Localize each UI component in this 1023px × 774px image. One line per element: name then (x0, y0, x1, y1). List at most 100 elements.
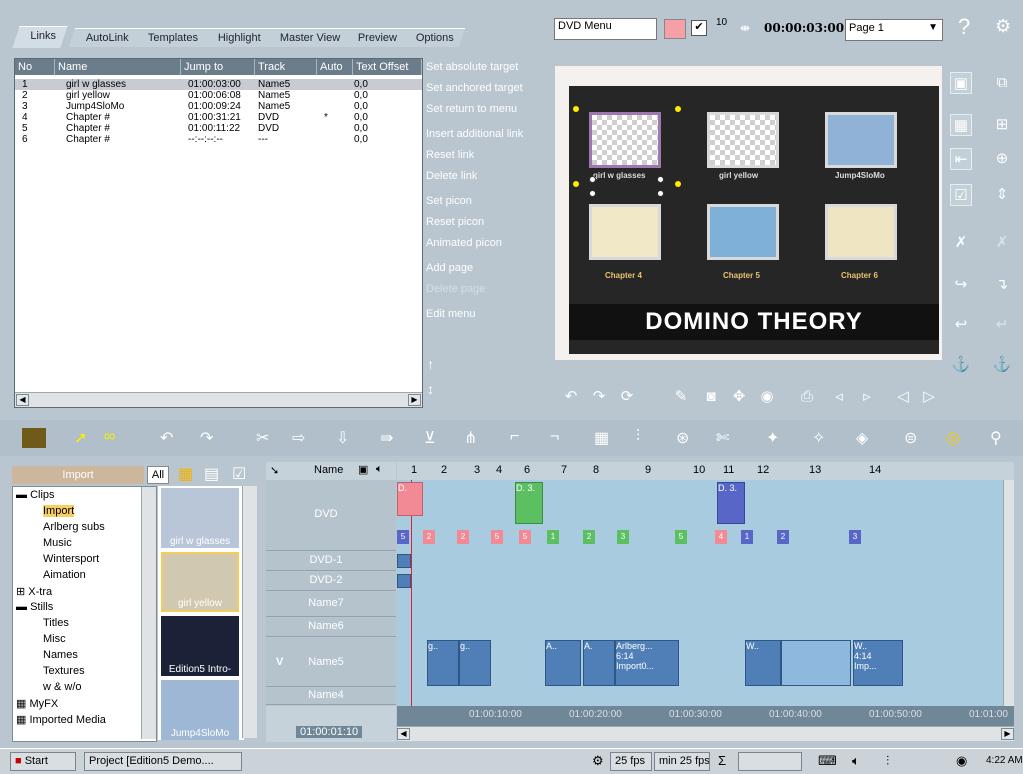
group-icon[interactable]: ⊛ (676, 428, 689, 450)
cut-icon[interactable]: ✄ (716, 428, 729, 450)
list-view-icon[interactable]: ▤ (204, 464, 219, 484)
col-text-offset[interactable]: Text Offset (353, 59, 422, 75)
trim-icon[interactable]: ⊻ (424, 428, 436, 450)
add-page-button[interactable]: Add page (426, 262, 473, 274)
selection-handle[interactable] (675, 106, 681, 112)
pencil-icon[interactable]: ✎ (670, 386, 692, 408)
effect-icon[interactable]: ✦ (766, 428, 779, 450)
clip-thumb[interactable]: girl w glasses (161, 488, 239, 548)
link-flag[interactable]: 1 (547, 530, 559, 544)
redo-main-icon[interactable]: ↷ (200, 428, 213, 450)
table-row[interactable]: 5 Chapter # 01:00:11:22 DVD 0,0 (15, 123, 422, 134)
tree-item-imported-media[interactable]: ▦ Imported Media (16, 713, 106, 726)
lift-icon[interactable]: ⇨ (292, 428, 305, 450)
video-clip[interactable]: A. (583, 640, 615, 686)
folder-icon[interactable] (22, 428, 46, 448)
fit-icon[interactable]: ⊞ (991, 114, 1013, 136)
link-right-icon[interactable]: ↪ (950, 274, 972, 296)
search-icon[interactable]: ⚲ (990, 428, 1002, 450)
track-row-dvd[interactable]: DVD (266, 480, 396, 551)
scroll-right-icon[interactable]: ▶ (408, 394, 421, 406)
time-ruler[interactable]: 01:00:10:00 01:00:20:00 01:00:30:00 01:0… (397, 706, 1014, 726)
selection-handle[interactable] (657, 176, 664, 183)
dvd-clip[interactable]: D. 3. (515, 482, 543, 524)
col-jump-to[interactable]: Jump to (181, 59, 255, 75)
arrow-icon[interactable]: ➘ (270, 464, 279, 477)
animated-picon-button[interactable]: Animated picon (426, 237, 502, 249)
link-flag[interactable]: 2 (423, 530, 435, 544)
color-swatch[interactable] (664, 19, 686, 39)
col-auto[interactable]: Auto (317, 59, 353, 75)
help-icon[interactable]: ? (958, 14, 970, 40)
move-down-icon[interactable]: ↕ (427, 381, 434, 397)
volume-icon[interactable]: 🔈︎ (852, 753, 860, 769)
previous-icon[interactable]: ◁ (892, 386, 914, 408)
link-icon[interactable]: ∞ (104, 428, 115, 450)
selection-handle[interactable] (573, 106, 579, 112)
delete-link-button[interactable]: Delete link (426, 170, 477, 182)
table-row[interactable]: 2 girl yellow 01:00:06:08 Name5 0,0 (15, 90, 422, 101)
edit-menu-button[interactable]: Edit menu (426, 308, 476, 320)
split-icon[interactable]: ⋔ (464, 428, 477, 450)
reset-link-button[interactable]: Reset link (426, 149, 474, 161)
link-flag[interactable]: 2 (583, 530, 595, 544)
scroll-left-icon[interactable]: ◀ (397, 728, 410, 740)
tree-item-myfx[interactable]: ▦ MyFX (16, 697, 58, 710)
video-clip[interactable]: W.. (745, 640, 781, 686)
clip-thumb[interactable]: girl yellow (161, 552, 239, 612)
timecode-field[interactable]: 00:00:03:00 (764, 21, 844, 35)
mark-out-icon[interactable]: ¬ (550, 428, 559, 450)
back-icon[interactable]: ⇤ (950, 148, 972, 170)
return-icon[interactable]: ↩ (950, 314, 972, 336)
video-clip[interactable]: A.. (545, 640, 581, 686)
video-clip[interactable]: W.. 4:14 Imp... (853, 640, 903, 686)
video-clip[interactable]: g.. (427, 640, 459, 686)
razor-icon[interactable]: ✂ (256, 428, 269, 450)
tree-item-import[interactable]: Import (43, 505, 75, 517)
printer-icon[interactable]: ⎙ (796, 386, 818, 408)
mixer-icon[interactable]: ⫶ (886, 753, 889, 769)
move-icon[interactable]: ✥ (728, 386, 750, 408)
tab-options[interactable]: Options (398, 28, 466, 47)
selection-handle[interactable] (589, 190, 596, 197)
link-flag[interactable]: 5 (397, 530, 409, 544)
scroll-left-icon[interactable]: ◀ (16, 394, 29, 406)
delete-link-icon[interactable]: ✗ (950, 232, 972, 254)
button-thumb-3[interactable] (825, 112, 897, 168)
col-name[interactable]: Name (55, 59, 181, 75)
video-clip[interactable]: g.. (459, 640, 491, 686)
set-anchored-target-button[interactable]: Set anchored target (426, 82, 523, 94)
tab-links[interactable]: Links (12, 26, 68, 48)
selection-handle[interactable] (657, 190, 664, 197)
track-row-name6[interactable]: Name6 (266, 618, 396, 637)
tree-item-clips[interactable]: ▬ Clips (16, 489, 55, 501)
set-picon-button[interactable]: Set picon (426, 195, 472, 207)
vertical-move-icon[interactable]: ⇕ (991, 184, 1013, 206)
camera-icon[interactable]: ◙ (700, 386, 722, 408)
set-absolute-target-button[interactable]: Set absolute target (426, 61, 518, 73)
next-icon[interactable]: ▷ (918, 386, 940, 408)
tab-preview[interactable]: Preview (340, 28, 409, 47)
eye-icon[interactable]: ◉ (956, 753, 967, 769)
track-row-dvd-1[interactable]: DVD-1 (266, 552, 396, 571)
tab-master-view[interactable]: Master View (262, 28, 352, 47)
align-right-icon[interactable]: ▹ (856, 386, 878, 408)
timeline-ruler[interactable]: 1 2 3 4 6 7 8 9 10 11 12 13 14 (397, 462, 1014, 480)
tab-autolink[interactable]: AutoLink (68, 28, 140, 47)
button-thumb-5[interactable] (707, 204, 779, 260)
move-up-icon[interactable]: ↑ (427, 356, 434, 372)
pointer-icon[interactable]: ➚ (74, 428, 87, 450)
dvd-menu-canvas[interactable]: girl w glasses girl yellow Jump4SloMo Ch… (569, 86, 939, 354)
extract-icon[interactable]: ⇩ (336, 428, 349, 450)
dvd-clip[interactable]: D. 3. (717, 482, 745, 524)
col-track[interactable]: Track (255, 59, 317, 75)
tree-item-textures[interactable]: Textures (43, 665, 85, 677)
link-flag[interactable]: 2 (777, 530, 789, 544)
timeline-vscroll[interactable] (1003, 480, 1014, 706)
check-view-icon[interactable]: ☑ (232, 464, 246, 484)
frame-icon[interactable]: ▣ (950, 72, 972, 94)
clip-thumb[interactable]: Edition5 Intro- (161, 616, 239, 676)
table-row[interactable]: 4 Chapter # 01:00:31:21 DVD * 0,0 (15, 112, 422, 123)
redo-icon[interactable]: ↷ (588, 386, 610, 408)
thumbs-scrollbar[interactable] (242, 486, 257, 738)
